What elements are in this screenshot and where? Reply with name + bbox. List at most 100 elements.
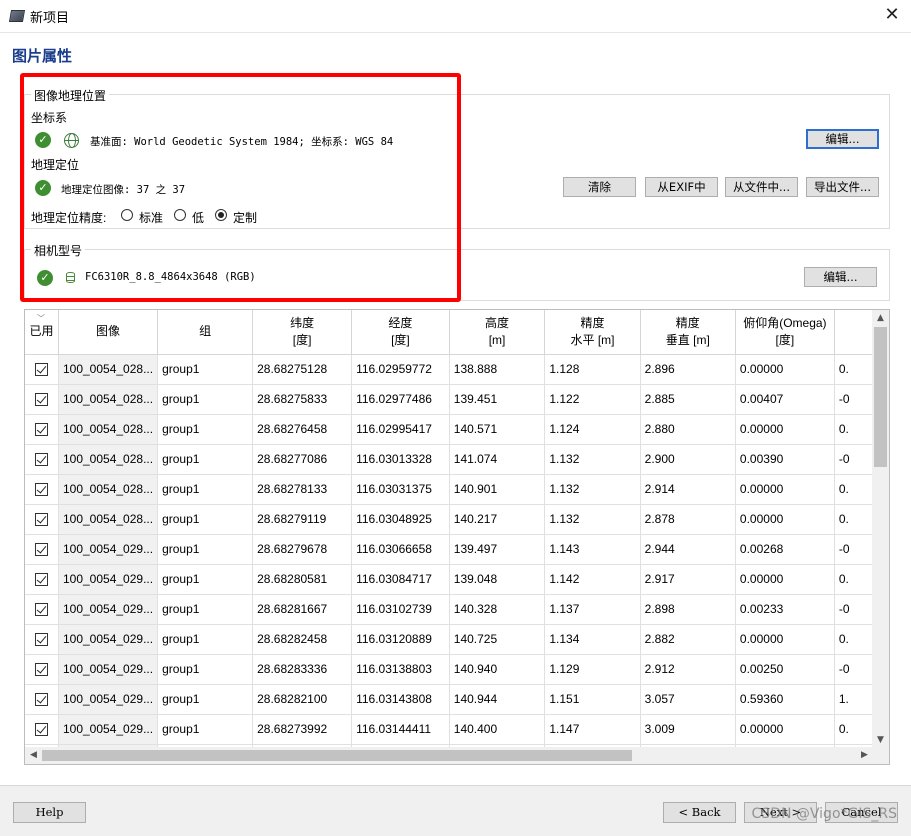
camera-edit-button[interactable]: 编辑... <box>804 267 877 287</box>
close-icon[interactable]: ✕ <box>881 4 903 26</box>
table-row[interactable]: 100_0054_028... group1 28.68276458 116.0299… <box>25 414 873 445</box>
next-column-cell: 0. <box>834 414 873 445</box>
used-checkbox[interactable] <box>34 663 48 677</box>
header-latitude[interactable]: 纬度 [度] <box>252 310 353 355</box>
header-next[interactable] <box>834 310 873 355</box>
app-icon <box>8 10 26 22</box>
table-row[interactable]: 100_0054_029... group1 28.68273992 116.0314… <box>25 714 873 745</box>
header-accuracy-horizontal[interactable]: 精度 水平 [m] <box>544 310 641 355</box>
omega-cell: 0.00407 <box>735 384 835 415</box>
accuracy-horizontal-cell: 1.151 <box>544 684 641 715</box>
header-image[interactable]: 图像 <box>58 310 159 355</box>
used-checkbox[interactable] <box>34 573 48 587</box>
vertical-scroll-thumb[interactable] <box>874 327 887 467</box>
next-column-cell: -0 <box>834 384 873 415</box>
accuracy-horizontal-cell: 1.134 <box>544 624 641 655</box>
accuracy-low-radio[interactable] <box>174 209 186 221</box>
altitude-cell: 139.048 <box>449 564 546 595</box>
table-row[interactable]: 100_0054_029... group1 28.68279678 116.0306… <box>25 534 873 565</box>
header-altitude[interactable]: 高度 [m] <box>449 310 546 355</box>
accuracy-vertical-cell: 2.944 <box>640 534 736 565</box>
accuracy-horizontal-cell: 1.124 <box>544 414 641 445</box>
from-exif-button[interactable]: 从EXIF中 <box>645 177 718 197</box>
header-longitude[interactable]: 经度 [度] <box>351 310 450 355</box>
table-row[interactable]: 100_0054_028... group1 28.68279119 116.0304… <box>25 504 873 535</box>
latitude-cell: 28.68282100 <box>252 684 353 715</box>
altitude-cell: 139.497 <box>449 534 546 565</box>
accuracy-vertical-cell: 2.885 <box>640 384 736 415</box>
scroll-left-icon[interactable]: ◀ <box>25 747 42 764</box>
accuracy-standard-label: 标准 <box>139 211 164 225</box>
vertical-scrollbar[interactable]: ▲ ▼ <box>872 310 889 749</box>
scroll-right-icon[interactable]: ▶ <box>856 747 873 764</box>
table-row[interactable]: 100_0054_029... group1 28.68282458 116.0312… <box>25 624 873 655</box>
used-checkbox[interactable] <box>34 543 48 557</box>
used-checkbox[interactable] <box>34 393 48 407</box>
used-cell <box>25 654 59 685</box>
image-cell: 100_0054_028... <box>58 444 159 475</box>
header-used[interactable]: ﹀ 已用 <box>25 310 59 355</box>
latitude-cell: 28.68283336 <box>252 654 353 685</box>
help-button[interactable]: Help <box>13 802 86 823</box>
group-cell: group1 <box>157 474 254 505</box>
altitude-cell: 141.074 <box>449 444 546 475</box>
horizontal-scrollbar[interactable]: ◀ ▶ <box>25 747 873 764</box>
image-cell: 100_0054_029... <box>58 594 159 625</box>
used-checkbox[interactable] <box>34 633 48 647</box>
omega-cell: 0.00000 <box>735 564 835 595</box>
next-column-cell: 1. <box>834 684 873 715</box>
used-checkbox[interactable] <box>34 423 48 437</box>
used-checkbox[interactable] <box>34 603 48 617</box>
horizontal-scroll-thumb[interactable] <box>42 750 632 761</box>
omega-cell: 0.00268 <box>735 534 835 565</box>
latitude-cell: 28.68278133 <box>252 474 353 505</box>
header-omega[interactable]: 俯仰角(Omega) [度] <box>735 310 835 355</box>
used-checkbox[interactable] <box>34 483 48 497</box>
altitude-cell: 139.451 <box>449 384 546 415</box>
header-group[interactable]: 组 <box>157 310 254 355</box>
used-checkbox[interactable] <box>34 453 48 467</box>
table-row[interactable]: 100_0054_028... group1 28.68278133 116.0303… <box>25 474 873 505</box>
longitude-cell: 116.03144411 <box>351 714 450 745</box>
table-row[interactable]: 100_0054_029... group1 28.68283336 116.0313… <box>25 654 873 685</box>
latitude-cell: 28.68276458 <box>252 414 353 445</box>
longitude-cell: 116.03102739 <box>351 594 450 625</box>
table-row[interactable]: 100_0054_029... group1 28.68280581 116.0308… <box>25 564 873 595</box>
group-cell: group1 <box>157 714 254 745</box>
from-file-button[interactable]: 从文件中... <box>725 177 798 197</box>
longitude-cell: 116.03138803 <box>351 654 450 685</box>
latitude-cell: 28.68275833 <box>252 384 353 415</box>
next-column-cell: -0 <box>834 444 873 475</box>
longitude-cell: 116.03048925 <box>351 504 450 535</box>
scroll-up-icon[interactable]: ▲ <box>872 310 889 327</box>
used-checkbox[interactable] <box>34 723 48 737</box>
table-row[interactable]: 100_0054_028... group1 28.68275128 116.0295… <box>25 354 873 385</box>
table-row[interactable]: 100_0054_028... group1 28.68275833 116.0297… <box>25 384 873 415</box>
crs-edit-button[interactable]: 编辑... <box>806 129 879 149</box>
group-cell: group1 <box>157 414 254 445</box>
accuracy-low-label: 低 <box>192 211 205 225</box>
used-checkbox[interactable] <box>34 513 48 527</box>
clear-button[interactable]: 清除 <box>563 177 636 197</box>
database-icon <box>66 272 75 283</box>
omega-cell: 0.00250 <box>735 654 835 685</box>
used-checkbox[interactable] <box>34 363 48 377</box>
accuracy-horizontal-cell: 1.129 <box>544 654 641 685</box>
accuracy-custom-radio[interactable] <box>215 209 227 221</box>
header-accuracy-vertical[interactable]: 精度 垂直 [m] <box>640 310 736 355</box>
next-column-cell: 0. <box>834 564 873 595</box>
accuracy-standard-radio[interactable] <box>121 209 133 221</box>
back-button[interactable]: < Back <box>663 802 736 823</box>
table-row[interactable]: 100_0054_029... group1 28.68282100 116.0314… <box>25 684 873 715</box>
used-checkbox[interactable] <box>34 693 48 707</box>
group-cell: group1 <box>157 684 254 715</box>
accuracy-horizontal-cell: 1.122 <box>544 384 641 415</box>
altitude-cell: 140.328 <box>449 594 546 625</box>
table-row[interactable]: 100_0054_028... group1 28.68277086 116.0301… <box>25 444 873 475</box>
longitude-cell: 116.03084717 <box>351 564 450 595</box>
used-cell <box>25 594 59 625</box>
next-column-cell: -0 <box>834 594 873 625</box>
export-file-button[interactable]: 导出文件... <box>806 177 879 197</box>
table-row[interactable]: 100_0054_029... group1 28.68281667 116.0310… <box>25 594 873 625</box>
accuracy-vertical-cell: 2.917 <box>640 564 736 595</box>
